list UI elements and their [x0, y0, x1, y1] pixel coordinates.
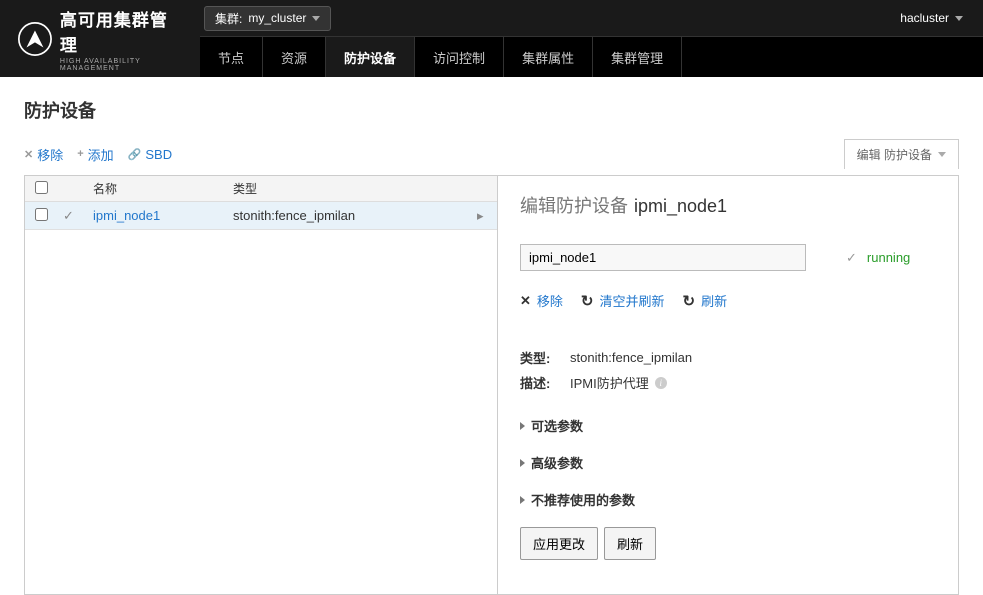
refresh-button[interactable]: 刷新	[683, 291, 728, 310]
nav-tab[interactable]: 访问控制	[415, 37, 504, 77]
desc-label: 描述:	[520, 373, 570, 392]
col-name: 名称	[93, 180, 233, 197]
nav-tab[interactable]: 集群管理	[593, 37, 682, 77]
detail-heading-name: ipmi_node1	[634, 196, 727, 217]
type-value: stonith:fence_ipmilan	[570, 348, 692, 367]
chevron-down-icon	[938, 152, 946, 157]
edit-tab-label: 编辑 防护设备	[857, 146, 932, 163]
chevron-right-icon	[520, 459, 525, 467]
logo-title: 高可用集群管理	[60, 6, 182, 56]
close-icon: ✕	[24, 148, 33, 161]
row-checkbox[interactable]	[35, 208, 48, 221]
device-list-panel: 名称 类型 ipmi_node1 stonith:fence_ipmilan ▸	[25, 176, 498, 594]
check-icon	[846, 250, 857, 266]
check-icon	[63, 208, 74, 223]
info-icon[interactable]: i	[655, 377, 667, 389]
row-name: ipmi_node1	[93, 208, 233, 223]
close-icon: ✕	[520, 293, 531, 309]
chevron-right-icon: ▸	[477, 208, 497, 224]
add-label: 添加	[88, 145, 114, 164]
refresh-icon	[581, 292, 594, 310]
logo: 高可用集群管理 HIGH AVAILABILITY MANAGEMENT	[0, 0, 200, 77]
col-type: 类型	[233, 180, 497, 197]
table-header: 名称 类型	[25, 176, 497, 202]
nav-tabs: 节点资源防护设备访问控制集群属性集群管理	[200, 36, 983, 77]
row-type: stonith:fence_ipmilan	[233, 208, 477, 223]
collapse-section[interactable]: 不推荐使用的参数	[520, 490, 936, 509]
user-name: hacluster	[900, 11, 949, 25]
cluster-name: my_cluster	[248, 11, 306, 25]
cluster-prefix: 集群:	[215, 10, 242, 27]
type-label: 类型:	[520, 348, 570, 367]
cluster-selector[interactable]: 集群: my_cluster	[204, 6, 331, 31]
plus-icon: +	[77, 148, 83, 160]
nav-tab[interactable]: 防护设备	[326, 37, 415, 77]
chevron-right-icon	[520, 422, 525, 430]
user-menu[interactable]: hacluster	[892, 8, 971, 28]
nav-tab[interactable]: 集群属性	[504, 37, 593, 77]
logo-subtitle: HIGH AVAILABILITY MANAGEMENT	[60, 58, 182, 72]
detail-heading-prefix: 编辑防护设备	[520, 192, 628, 218]
collapse-section[interactable]: 高级参数	[520, 453, 936, 472]
desc-value: IPMI防护代理	[570, 373, 649, 392]
remove-label: 移除	[37, 145, 63, 164]
chevron-right-icon	[520, 496, 525, 504]
refresh-icon	[683, 292, 696, 310]
device-name-input[interactable]	[520, 244, 806, 271]
logo-icon	[18, 19, 52, 59]
link-icon: 🔗	[128, 148, 142, 161]
refresh-form-button[interactable]: 刷新	[604, 527, 656, 560]
chevron-down-icon	[312, 16, 320, 21]
select-all-checkbox[interactable]	[35, 181, 48, 194]
table-row[interactable]: ipmi_node1 stonith:fence_ipmilan ▸	[25, 202, 497, 230]
collapse-section[interactable]: 可选参数	[520, 416, 936, 435]
section-label: 高级参数	[531, 453, 583, 472]
detail-remove-label: 移除	[537, 291, 563, 310]
page-title: 防护设备	[24, 97, 959, 123]
sbd-label: SBD	[145, 147, 172, 162]
status-badge: running	[846, 250, 910, 266]
refresh-label: 刷新	[701, 291, 727, 310]
nav-tab[interactable]: 节点	[200, 37, 263, 77]
section-label: 不推荐使用的参数	[531, 490, 635, 509]
edit-tab[interactable]: 编辑 防护设备	[844, 139, 959, 169]
nav-tab[interactable]: 资源	[263, 37, 326, 77]
status-text: running	[867, 250, 910, 265]
clear-refresh-label: 清空并刷新	[600, 291, 665, 310]
sbd-button[interactable]: 🔗 SBD	[128, 147, 172, 162]
section-label: 可选参数	[531, 416, 583, 435]
add-button[interactable]: + 添加	[77, 145, 113, 164]
detail-remove-button[interactable]: ✕ 移除	[520, 291, 563, 310]
remove-button[interactable]: ✕ 移除	[24, 145, 63, 164]
clear-refresh-button[interactable]: 清空并刷新	[581, 291, 665, 310]
chevron-down-icon	[955, 16, 963, 21]
apply-button[interactable]: 应用更改	[520, 527, 598, 560]
detail-panel: 编辑防护设备 ipmi_node1 running ✕ 移除 清空并	[498, 176, 958, 594]
